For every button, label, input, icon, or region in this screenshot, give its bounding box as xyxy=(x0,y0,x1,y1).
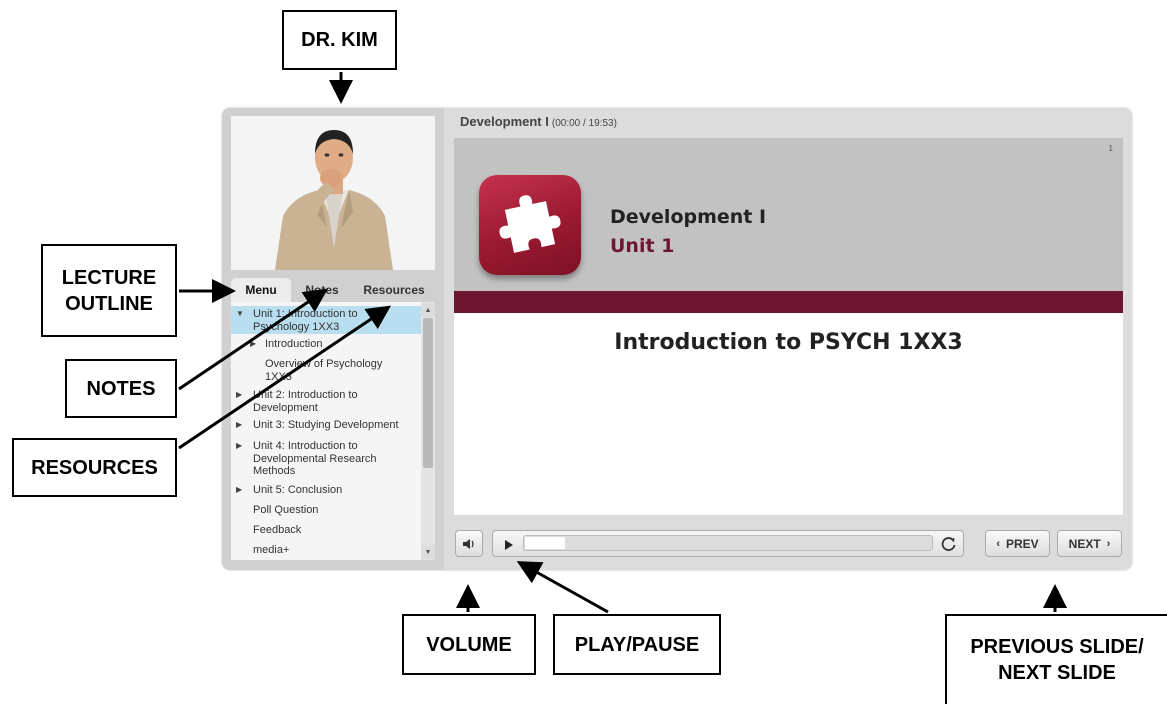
slide-accent-band xyxy=(454,291,1123,313)
collapsed-arrow-icon: ▶ xyxy=(250,339,257,348)
prev-button[interactable]: ‹ PREV xyxy=(985,530,1050,557)
callout-notes: NOTES xyxy=(65,359,177,418)
volume-button[interactable] xyxy=(455,530,483,557)
outline-item-label: Unit 1: Introduction to xyxy=(253,308,358,320)
outline-item-overview[interactable]: Overview of Psychology 1XX3 xyxy=(231,356,421,384)
outline-item-label: Methods xyxy=(253,465,296,477)
callout-play-pause-text: PLAY/PAUSE xyxy=(574,633,700,656)
outline-item-label: Unit 3: Studying Development xyxy=(253,419,399,431)
slide-number: 1 xyxy=(1108,144,1113,153)
scroll-down-icon[interactable]: ▼ xyxy=(421,545,435,559)
slide-stage: 1 Development I Unit 1 Introduction to P… xyxy=(454,138,1123,515)
outline-item-label: Feedback xyxy=(253,524,302,536)
next-button[interactable]: NEXT › xyxy=(1057,530,1122,557)
arrow-to-play xyxy=(516,561,609,614)
outline-item-poll-question[interactable]: Poll Question xyxy=(231,502,421,518)
outline-item-media-plus[interactable]: media+ xyxy=(231,542,421,558)
outline-scroll-thumb[interactable] xyxy=(423,318,433,468)
slide-title: Development I xyxy=(610,206,767,228)
outline-item-label: Poll Question xyxy=(253,504,319,516)
replay-icon[interactable] xyxy=(940,535,958,553)
outline-item-label: Unit 5: Conclusion xyxy=(253,484,343,496)
lecture-outline: ▼ Unit 1: Introduction to Psychology 1XX… xyxy=(231,302,421,560)
tab-resources[interactable]: Resources xyxy=(356,278,432,302)
video-time: (00:00 / 19:53) xyxy=(551,118,617,129)
collapsed-arrow-icon: ▶ xyxy=(236,485,243,494)
callout-outline-line1: LECTURE xyxy=(61,266,157,289)
presenter-figure xyxy=(275,130,393,270)
slide-heading: Introduction to PSYCH 1XX3 xyxy=(614,330,963,355)
tab-notes[interactable]: Notes xyxy=(293,278,351,302)
tab-menu[interactable]: Menu xyxy=(231,278,291,302)
outline-item-label: Psychology 1XX3 xyxy=(253,320,340,333)
outline-item-unit-1[interactable]: ▼ Unit 1: Introduction to Psychology 1XX… xyxy=(231,306,421,334)
callout-outline-line2: OUTLINE xyxy=(65,292,153,315)
outline-item-label: Unit 4: Introduction to xyxy=(253,440,358,452)
collapsed-arrow-icon: ▶ xyxy=(236,390,243,399)
outline-item-label: Overview of Psychology xyxy=(265,358,383,370)
presenter-photo xyxy=(231,116,435,270)
chevron-right-icon: › xyxy=(1106,537,1111,550)
collapsed-arrow-icon: ▶ xyxy=(236,441,243,450)
video-title: Development I (00:00 / 19:53) xyxy=(460,114,617,129)
speaker-icon xyxy=(463,538,474,549)
outline-item-unit-3[interactable]: ▶ Unit 3: Studying Development xyxy=(231,417,421,433)
outline-item-label: Unit 2: Introduction to xyxy=(253,389,358,401)
outline-item-label: Development xyxy=(253,401,318,414)
callout-resources: RESOURCES xyxy=(12,438,177,497)
collapsed-arrow-icon: ▶ xyxy=(236,420,243,429)
callout-presenter: DR. KIM xyxy=(282,10,397,70)
outline-item-label: Developmental Research xyxy=(253,452,377,465)
outline-item-unit-2[interactable]: ▶ Unit 2: Introduction to Development xyxy=(231,387,421,415)
progress-track[interactable] xyxy=(523,535,933,551)
play-icon xyxy=(505,540,513,550)
callout-prev-next-line1: PREVIOUS SLIDE/ xyxy=(970,636,1144,658)
outline-item-label: Introduction xyxy=(265,338,323,350)
play-button[interactable] xyxy=(504,538,514,550)
progress-fill xyxy=(525,537,565,549)
chevron-left-icon: ‹ xyxy=(996,537,1000,550)
scroll-up-icon[interactable]: ▲ xyxy=(421,303,435,317)
callout-lecture-outline: LECTURE OUTLINE xyxy=(41,244,177,337)
callout-presenter-text: DR. KIM xyxy=(301,29,378,51)
prev-label: PREV xyxy=(1005,536,1039,551)
outline-item-label: media+ xyxy=(253,544,290,556)
outline-item-feedback[interactable]: Feedback xyxy=(231,522,421,538)
next-label: NEXT xyxy=(1068,536,1101,551)
callout-notes-text: NOTES xyxy=(86,377,156,400)
outline-item-unit-5[interactable]: ▶ Unit 5: Conclusion xyxy=(231,482,421,498)
outline-item-unit-4[interactable]: ▶ Unit 4: Introduction to Developmental … xyxy=(231,438,421,478)
slide-subtitle: Unit 1 xyxy=(610,235,675,257)
callout-resources-text: RESOURCES xyxy=(31,456,158,479)
callout-prev-next: PREVIOUS SLIDE/ NEXT SLIDE xyxy=(945,614,1167,704)
callout-play-pause: PLAY/PAUSE xyxy=(553,614,721,675)
puzzle-piece-icon xyxy=(479,175,581,275)
expanded-arrow-icon: ▼ xyxy=(236,309,244,318)
outline-item-introduction[interactable]: ▶ Introduction xyxy=(231,336,421,352)
callout-prev-next-line2: NEXT SLIDE xyxy=(998,662,1116,684)
callout-volume-text: VOLUME xyxy=(426,633,512,656)
callout-volume: VOLUME xyxy=(402,614,536,675)
outline-item-label: 1XX3 xyxy=(265,370,292,383)
video-title-text: Development I xyxy=(460,114,549,129)
